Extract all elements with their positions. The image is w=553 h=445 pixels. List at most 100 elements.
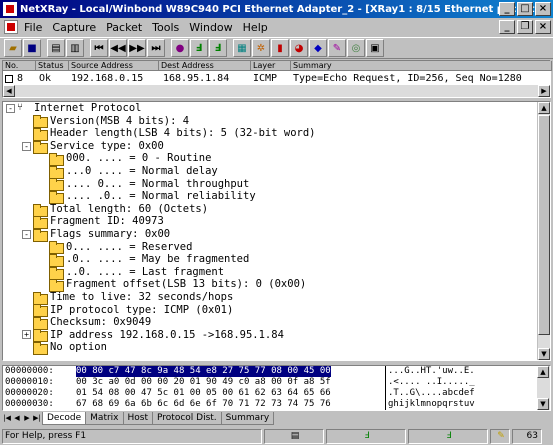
tree-node[interactable]: .0.. .... = May be fragmented bbox=[3, 253, 538, 267]
scroll-down-arrow[interactable]: ▼ bbox=[538, 348, 550, 360]
settings-icon[interactable]: ▣ bbox=[366, 39, 384, 57]
col-summary[interactable]: Summary bbox=[291, 61, 552, 71]
tab-decode[interactable]: Decode bbox=[42, 412, 87, 425]
tab-scroll-next-icon[interactable]: ▶ bbox=[22, 412, 32, 424]
decode-icon[interactable]: Ⅎ bbox=[190, 39, 208, 57]
hex-bytes[interactable]: 01 54 08 00 47 5c 01 00 05 00 61 62 63 6… bbox=[76, 388, 331, 399]
packet-list-hscrollbar[interactable]: ◀ ▶ bbox=[3, 85, 550, 97]
packet-row[interactable]: 8 Ok 192.168.0.15 168.95.1.84 ICMP Type=… bbox=[3, 72, 552, 85]
tab-scroll-first-icon[interactable]: |◀ bbox=[2, 412, 12, 424]
col-no[interactable]: No. bbox=[3, 61, 36, 71]
open-icon[interactable]: ▰ bbox=[4, 39, 22, 57]
tree-node[interactable]: Fragment ID: 40973 bbox=[3, 215, 538, 230]
menu-packet[interactable]: Packet bbox=[106, 21, 142, 34]
print-icon[interactable]: ▤ bbox=[47, 39, 65, 57]
hex-row[interactable]: 00000020: 01 54 08 00 47 5c 01 00 05 00 6… bbox=[3, 388, 550, 399]
collapse-icon[interactable]: - bbox=[22, 229, 31, 239]
minimize-button[interactable]: _ bbox=[499, 2, 515, 16]
menu-file[interactable]: File bbox=[24, 21, 42, 34]
tree-node[interactable]: IP protocol type: ICMP (0x01) bbox=[3, 304, 538, 318]
tree-node[interactable]: + IP address 192.168.0.15 ->168.95.1.84 bbox=[3, 329, 538, 343]
scroll-up-arrow[interactable]: ▲ bbox=[538, 102, 550, 114]
packet-checkbox[interactable] bbox=[5, 75, 13, 83]
tree-node[interactable]: 0... .... = Reserved bbox=[3, 241, 538, 255]
hex-ascii[interactable]: .T..G\....abcdef bbox=[385, 388, 475, 399]
host-table-icon[interactable]: ✲ bbox=[252, 39, 270, 57]
hex-bytes[interactable]: 67 68 69 6a 6b 6c 6d 6e 6f 70 71 72 73 7… bbox=[76, 399, 331, 410]
alarm-icon[interactable]: ◎ bbox=[347, 39, 365, 57]
col-layer[interactable]: Layer bbox=[251, 61, 291, 71]
tab-matrix[interactable]: Matrix bbox=[85, 412, 124, 425]
history-icon[interactable]: ✎ bbox=[328, 39, 346, 57]
collapse-icon[interactable]: - bbox=[22, 141, 31, 151]
hex-ascii[interactable]: ghijklmnopqrstuv bbox=[385, 399, 475, 410]
tab-summary[interactable]: Summary bbox=[220, 412, 275, 425]
hex-ascii[interactable]: ...G..HT.'uw..E. bbox=[385, 366, 475, 377]
tree-node[interactable]: .... 0... = Normal throughput bbox=[3, 178, 538, 192]
capture-icon[interactable]: ● bbox=[171, 39, 189, 57]
col-dest[interactable]: Dest Address bbox=[159, 61, 251, 71]
print-preview-icon[interactable]: ▥ bbox=[66, 39, 84, 57]
menu-window[interactable]: Window bbox=[189, 21, 232, 34]
scroll-left-arrow[interactable]: ◀ bbox=[3, 85, 15, 97]
filter-icon[interactable]: ▦ bbox=[233, 39, 251, 57]
scroll-thumb[interactable] bbox=[538, 115, 550, 335]
next-packet-icon[interactable]: ▶▶ bbox=[128, 39, 146, 57]
hex-bytes[interactable]: 00 3c a0 0d 00 00 20 01 90 49 c0 a8 00 0… bbox=[76, 377, 331, 388]
decode-vscrollbar[interactable]: ▲ ▼ bbox=[537, 102, 550, 360]
tree-node[interactable]: Version(MSB 4 bits): 4 bbox=[3, 114, 538, 129]
col-source[interactable]: Source Address bbox=[69, 61, 159, 71]
maximize-button[interactable]: □ bbox=[517, 2, 533, 16]
tree-node[interactable]: - ⑂ Internet Protocol bbox=[3, 102, 538, 115]
tree-node[interactable]: ..0. .... = Last fragment bbox=[3, 266, 538, 280]
col-status[interactable]: Status bbox=[36, 61, 69, 71]
hex-ascii[interactable]: .<.... ..I....._ bbox=[385, 377, 475, 388]
tab-scroll-prev-icon[interactable]: ◀ bbox=[12, 412, 22, 424]
save-icon[interactable]: ■ bbox=[23, 39, 41, 57]
expand-icon[interactable]: + bbox=[22, 330, 31, 340]
tree-node[interactable]: Checksum: 0x9049 bbox=[3, 316, 538, 330]
tree-node[interactable]: Total length: 60 (Octets) bbox=[3, 203, 538, 217]
hex-icon[interactable]: Ⅎ bbox=[209, 39, 227, 57]
hex-row[interactable]: 00000030: 67 68 69 6a 6b 6c 6d 6e 6f 70 7… bbox=[3, 399, 550, 410]
mdi-close-button[interactable]: × bbox=[535, 20, 551, 34]
hex-bytes[interactable]: 00 80 c7 47 8c 9a 48 54 e8 27 75 77 08 0… bbox=[76, 366, 331, 377]
tree-node-label: Version(MSB 4 bits): 4 bbox=[50, 114, 190, 127]
pie-icon[interactable]: ◆ bbox=[309, 39, 327, 57]
hex-offset: 00000010: bbox=[5, 377, 54, 387]
hex-vscrollbar[interactable]: ▲ ▼ bbox=[537, 366, 550, 410]
tree-node[interactable]: Time to live: 32 seconds/hops bbox=[3, 291, 538, 305]
hex-scroll-up-arrow[interactable]: ▲ bbox=[537, 366, 549, 378]
scroll-right-arrow[interactable]: ▶ bbox=[538, 85, 550, 97]
packet-list[interactable]: No. Status Source Address Dest Address L… bbox=[2, 60, 552, 98]
last-packet-icon[interactable]: ⏭ bbox=[147, 39, 165, 57]
first-packet-icon[interactable]: ⏮ bbox=[90, 39, 108, 57]
tree-node[interactable]: No option bbox=[3, 341, 538, 356]
tree-node[interactable]: Fragment offset(LSB 13 bits): 0 (0x00) bbox=[3, 278, 538, 293]
menu-tools[interactable]: Tools bbox=[152, 21, 179, 34]
previous-packet-icon[interactable]: ◀◀ bbox=[109, 39, 127, 57]
tree-node[interactable]: ...0 .... = Normal delay bbox=[3, 165, 538, 179]
tab-scroll-last-icon[interactable]: ▶| bbox=[32, 412, 42, 424]
mdi-restore-button[interactable]: ❐ bbox=[517, 20, 533, 34]
document-icon[interactable] bbox=[4, 20, 18, 34]
menu-capture[interactable]: Capture bbox=[52, 21, 96, 34]
tree-node[interactable]: Header length(LSB 4 bits): 5 (32-bit wor… bbox=[3, 127, 538, 141]
tab-protocol-dist[interactable]: Protocol Dist. bbox=[152, 412, 222, 425]
close-button[interactable]: × bbox=[535, 2, 551, 16]
tree-node[interactable]: .... .0.. = Normal reliability bbox=[3, 190, 538, 204]
collapse-icon[interactable]: - bbox=[6, 103, 15, 113]
hex-row[interactable]: 00000010: 00 3c a0 0d 00 00 20 01 90 49 c… bbox=[3, 377, 550, 388]
hex-row[interactable]: 00000000: 00 80 c7 47 8c 9a 48 54 e8 27 7… bbox=[3, 366, 550, 377]
tree-node[interactable]: - Service type: 0x00 bbox=[3, 140, 538, 154]
hex-scroll-down-arrow[interactable]: ▼ bbox=[537, 398, 549, 410]
folder-icon bbox=[49, 279, 64, 293]
tab-host[interactable]: Host bbox=[122, 412, 154, 425]
tree-node[interactable]: - Flags summary: 0x00 bbox=[3, 228, 538, 242]
folder-icon bbox=[33, 140, 48, 154]
menu-help[interactable]: Help bbox=[243, 21, 268, 34]
matrix-icon[interactable]: ▮ bbox=[271, 39, 289, 57]
tree-node[interactable]: 000. .... = 0 - Routine bbox=[3, 152, 538, 167]
mdi-minimize-button[interactable]: _ bbox=[499, 20, 515, 34]
chart-icon[interactable]: ◕ bbox=[290, 39, 308, 57]
